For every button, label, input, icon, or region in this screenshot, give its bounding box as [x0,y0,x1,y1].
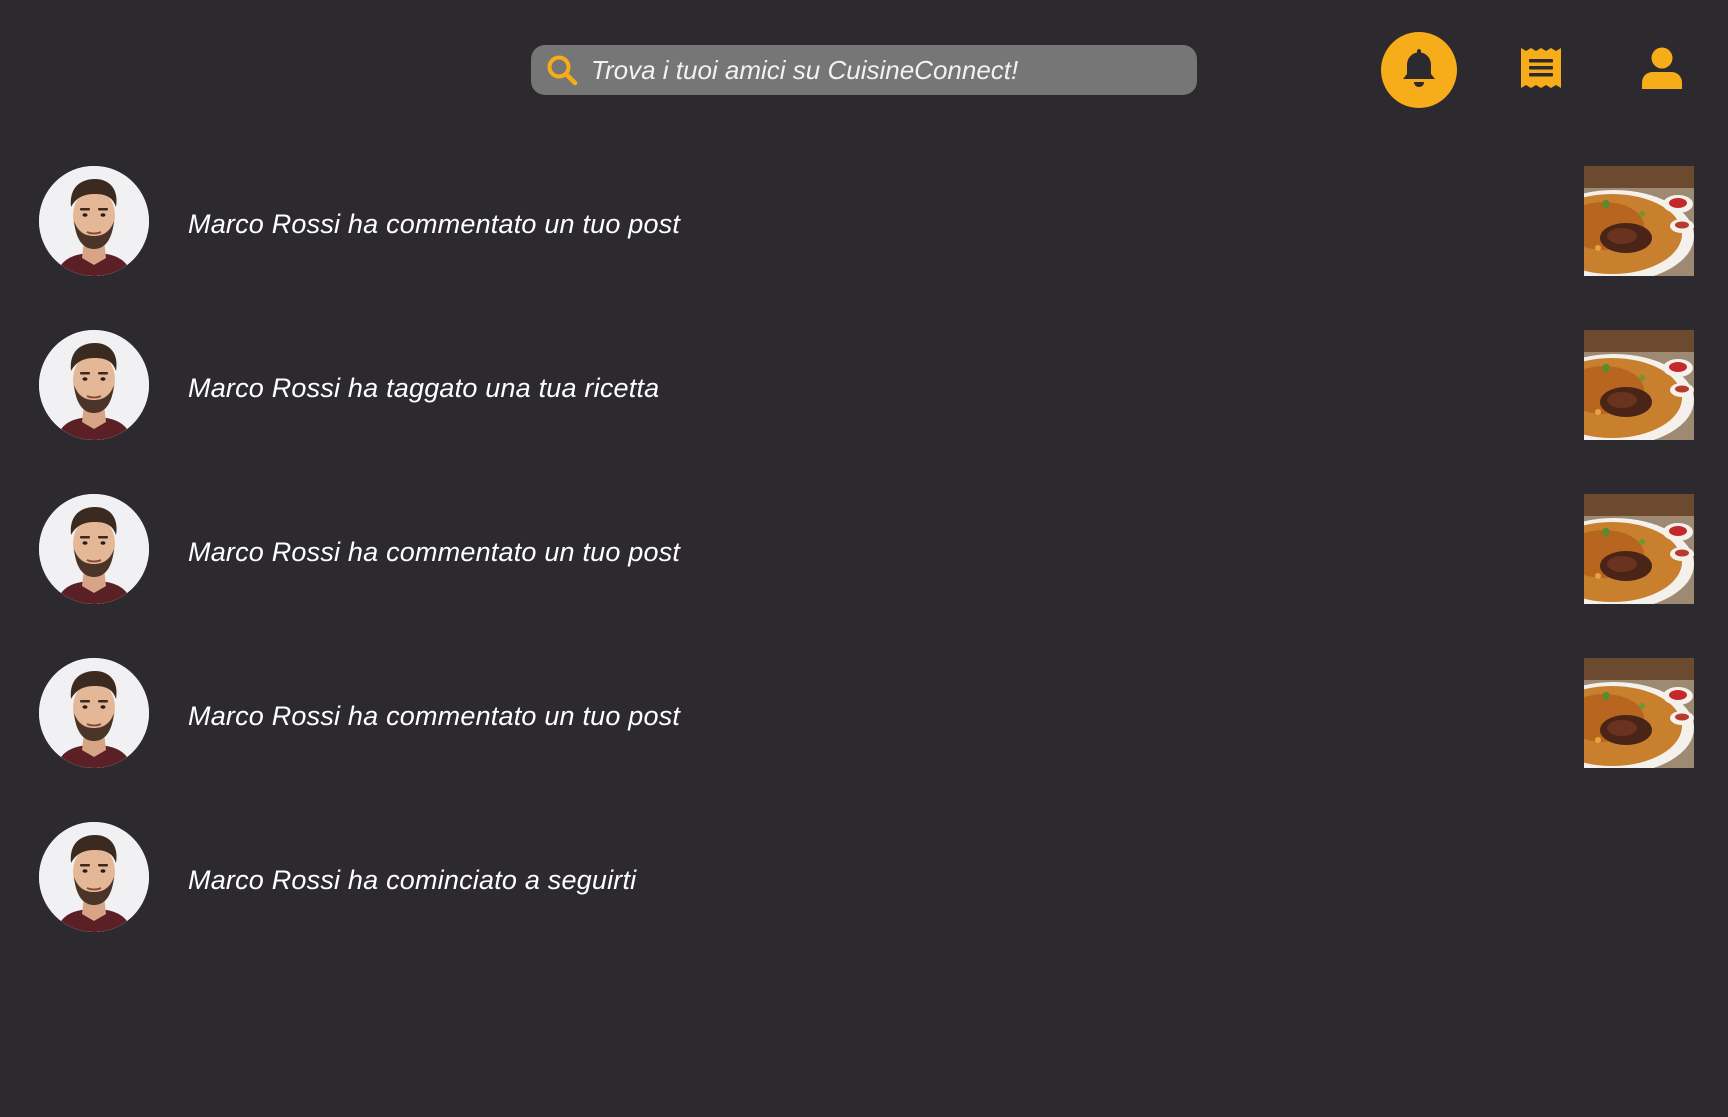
receipt-icon [1520,46,1562,95]
notification-item[interactable]: Marco Rossi ha commentato un tuo post [0,166,1728,276]
post-thumbnail[interactable] [1584,166,1694,276]
avatar[interactable] [39,166,149,276]
notification-list: Marco Rossi ha commentato un tuo post Ma… [0,166,1728,986]
notifications-button[interactable] [1381,32,1457,108]
notification-text: Marco Rossi ha commentato un tuo post [188,701,681,731]
bell-icon [1398,46,1440,95]
avatar[interactable] [39,658,149,768]
notification-item[interactable]: Marco Rossi ha taggato una tua ricetta [0,330,1728,440]
user-icon [1641,47,1683,94]
avatar[interactable] [39,494,149,604]
avatar[interactable] [39,822,149,932]
notification-text: Marco Rossi ha commentato un tuo post [188,537,681,567]
post-thumbnail[interactable] [1584,658,1694,768]
feed-button[interactable] [1503,32,1579,108]
profile-button[interactable] [1624,32,1700,108]
notification-item[interactable]: Marco Rossi ha commentato un tuo post [0,494,1728,604]
avatar[interactable] [39,330,149,440]
post-thumbnail[interactable] [1584,330,1694,440]
top-bar [0,0,1728,140]
search-input[interactable] [591,50,1197,90]
post-thumbnail[interactable] [1584,494,1694,604]
notification-text: Marco Rossi ha taggato una tua ricetta [188,373,660,403]
search-icon [545,53,579,87]
notification-text: Marco Rossi ha cominciato a seguirti [188,865,637,895]
notification-text: Marco Rossi ha commentato un tuo post [188,209,681,239]
notification-item[interactable]: Marco Rossi ha cominciato a seguirti [0,822,1728,932]
search-bar[interactable] [531,45,1197,95]
notification-item[interactable]: Marco Rossi ha commentato un tuo post [0,658,1728,768]
